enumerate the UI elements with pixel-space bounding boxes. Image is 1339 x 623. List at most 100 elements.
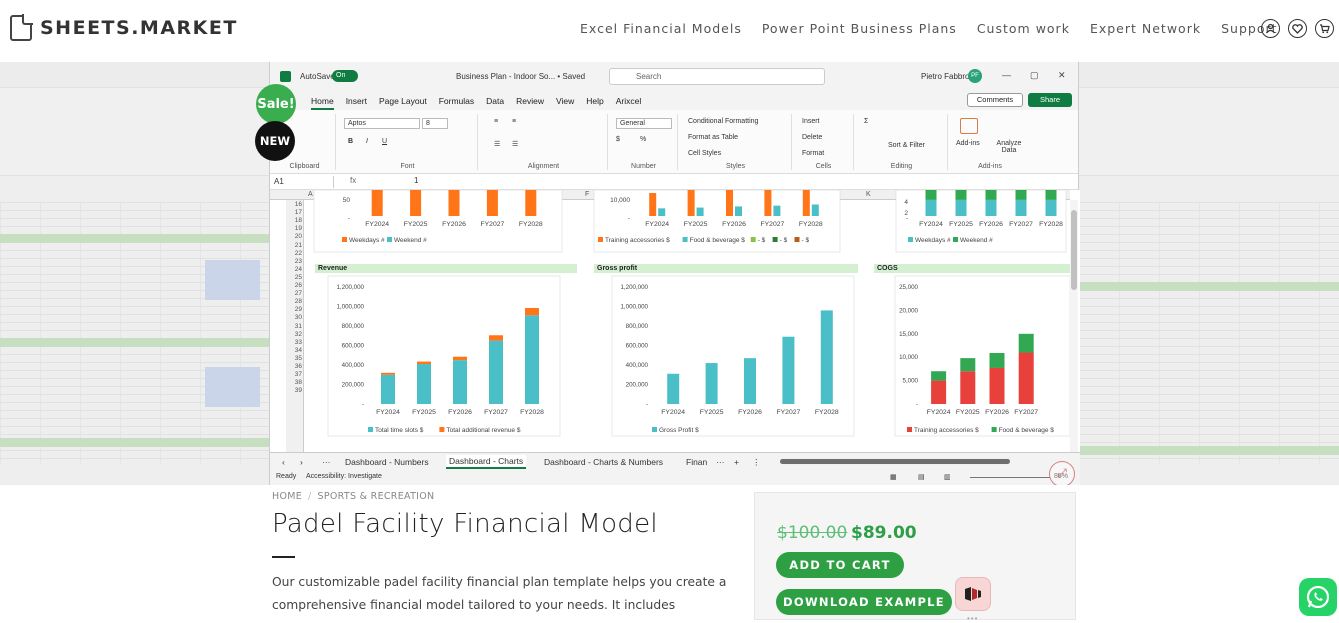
add-to-cart-button[interactable]: ADD TO CART bbox=[776, 552, 904, 578]
comments-button[interactable]: Comments bbox=[967, 93, 1023, 107]
gallery-prev-image[interactable] bbox=[0, 62, 269, 485]
menu-tab-home[interactable]: Home bbox=[311, 96, 334, 110]
x-tick-label: FY2027 bbox=[1014, 409, 1038, 416]
legend-label: Food & beverage $ bbox=[999, 427, 1055, 434]
menu-tab-page-layout[interactable]: Page Layout bbox=[379, 96, 427, 110]
analyze-data-button[interactable]: Analyze Data bbox=[994, 140, 1024, 154]
breadcrumb-home[interactable]: HOME bbox=[272, 491, 302, 502]
bar bbox=[453, 356, 467, 361]
align-left-icon[interactable]: ☰ bbox=[494, 140, 500, 148]
options-icon[interactable]: ⋮ bbox=[752, 457, 761, 468]
bar bbox=[696, 207, 704, 216]
minimize-icon[interactable]: — bbox=[1002, 70, 1011, 80]
y-tick-label: 25,000 bbox=[899, 284, 918, 291]
add-ins-button[interactable]: Add-ins bbox=[956, 140, 980, 147]
autosum-icon[interactable]: Σ bbox=[864, 118, 868, 125]
sort-filter-button[interactable]: Sort & Filter bbox=[888, 142, 925, 149]
download-example-button[interactable]: DOWNLOAD EXAMPLE bbox=[776, 589, 952, 615]
name-box[interactable]: A1 bbox=[274, 176, 334, 188]
nav-expert-network[interactable]: Expert Network bbox=[1090, 21, 1201, 36]
original-price: $100.00 bbox=[777, 523, 848, 543]
excel-logo-icon bbox=[280, 71, 291, 82]
gallery-next-image[interactable] bbox=[1079, 62, 1339, 485]
legend-swatch bbox=[750, 237, 756, 242]
accessibility-status[interactable]: Accessibility: Investigate bbox=[306, 473, 382, 480]
currency-icon[interactable]: $ bbox=[616, 136, 620, 143]
site-logo[interactable]: SHEETS.MARKET bbox=[10, 14, 238, 41]
font-name-select[interactable]: Aptos bbox=[344, 118, 420, 129]
user-icon[interactable] bbox=[1261, 19, 1280, 38]
restore-icon[interactable]: ▢ bbox=[1030, 70, 1039, 81]
vertical-scrollbar[interactable] bbox=[1070, 200, 1078, 452]
y-tick-label: 20,000 bbox=[899, 307, 918, 314]
percent-icon[interactable]: % bbox=[640, 136, 646, 143]
menu-tab-help[interactable]: Help bbox=[586, 96, 603, 110]
share-button[interactable]: Share bbox=[1028, 93, 1072, 107]
align-top-icon[interactable]: ≡ bbox=[494, 118, 498, 125]
align-center-icon[interactable]: ☰ bbox=[512, 140, 518, 148]
bar bbox=[417, 364, 431, 404]
legend-label: - $ bbox=[802, 237, 810, 244]
italic-button[interactable]: I bbox=[366, 138, 368, 145]
underline-button[interactable]: U bbox=[382, 138, 387, 145]
delete-cells-button[interactable]: Delete bbox=[802, 134, 822, 141]
format-cells-button[interactable]: Format bbox=[802, 150, 824, 157]
widget-handle-icon[interactable]: ••• bbox=[967, 614, 978, 623]
formula-input[interactable]: 1 bbox=[414, 176, 418, 185]
next-sheet-icon[interactable]: › bbox=[300, 457, 303, 467]
sheet-tab-dashboard-charts[interactable]: Dashboard - Charts bbox=[446, 455, 527, 469]
product-gallery[interactable]: AutoSave On Business Plan - Indoor So...… bbox=[0, 62, 1339, 485]
page-layout-icon[interactable]: ▤ bbox=[918, 473, 925, 481]
align-middle-icon[interactable]: ≡ bbox=[512, 118, 516, 125]
new-badge: NEW bbox=[255, 121, 295, 161]
format-as-table-button[interactable]: Format as Table bbox=[688, 134, 738, 141]
cell-styles-button[interactable]: Cell Styles bbox=[688, 150, 721, 157]
bold-button[interactable]: B bbox=[348, 138, 353, 145]
ribbon-group-cells: Insert Delete Format Cells bbox=[794, 114, 854, 170]
zoom-image-icon[interactable]: ⤢ bbox=[1049, 461, 1075, 485]
zoom-slider[interactable] bbox=[970, 477, 1050, 478]
legend-label: Weekend # bbox=[960, 237, 993, 244]
add-ins-icon[interactable] bbox=[960, 118, 978, 134]
sheet-tab-dashboard-numbers[interactable]: Dashboard - Numbers bbox=[345, 457, 429, 467]
cart-icon[interactable] bbox=[1315, 19, 1334, 38]
gallery-main-image[interactable]: AutoSave On Business Plan - Indoor So...… bbox=[269, 62, 1080, 485]
menu-tab-formulas[interactable]: Formulas bbox=[439, 96, 474, 110]
prev-sheet-icon[interactable]: ‹ bbox=[282, 457, 285, 467]
x-tick-label: FY2028 bbox=[519, 221, 543, 228]
conditional-formatting-button[interactable]: Conditional Formatting bbox=[688, 118, 758, 125]
chat-widget-icon[interactable] bbox=[955, 577, 991, 611]
breadcrumb: HOME / SPORTS & RECREATION bbox=[272, 491, 435, 502]
close-icon[interactable]: ✕ bbox=[1058, 70, 1066, 81]
normal-view-icon[interactable]: ▦ bbox=[890, 473, 897, 481]
nav-excel-financial-models[interactable]: Excel Financial Models bbox=[580, 21, 742, 36]
worksheet[interactable]: ABCDEFGHIJKLM 16171819202122232425262728… bbox=[270, 190, 1080, 452]
excel-search-input[interactable]: Search bbox=[609, 68, 825, 85]
add-sheet-icon[interactable]: + bbox=[734, 457, 739, 467]
font-size-select[interactable]: 8 bbox=[422, 118, 448, 129]
y-tick-label: 600,000 bbox=[342, 343, 365, 350]
menu-tab-insert[interactable]: Insert bbox=[346, 96, 367, 110]
menu-tab-arixcel[interactable]: Arixcel bbox=[616, 96, 642, 110]
heart-icon[interactable] bbox=[1288, 19, 1307, 38]
more-sheets-icon[interactable]: ··· bbox=[322, 457, 331, 467]
excel-user-name: Pietro Fabbro bbox=[921, 72, 970, 81]
horizontal-scrollbar[interactable] bbox=[780, 458, 1010, 465]
nav-custom-work[interactable]: Custom work bbox=[977, 21, 1070, 36]
sheet-tab-dashboard-charts-numbers[interactable]: Dashboard - Charts & Numbers bbox=[544, 457, 663, 467]
nav-power-point-business-plans[interactable]: Power Point Business Plans bbox=[762, 21, 957, 36]
excel-user-avatar[interactable]: PF bbox=[968, 69, 982, 83]
more-tabs-icon[interactable]: ··· bbox=[716, 457, 725, 467]
menu-tab-view[interactable]: View bbox=[556, 96, 574, 110]
number-format-select[interactable]: General bbox=[616, 118, 672, 129]
legend-swatch bbox=[652, 427, 657, 432]
menu-tab-data[interactable]: Data bbox=[486, 96, 504, 110]
fx-icon[interactable]: fx bbox=[350, 176, 356, 185]
breadcrumb-sports-recreation[interactable]: SPORTS & RECREATION bbox=[318, 491, 435, 502]
whatsapp-icon[interactable] bbox=[1299, 578, 1337, 616]
menu-tab-review[interactable]: Review bbox=[516, 96, 544, 110]
page-break-icon[interactable]: ▥ bbox=[944, 473, 951, 481]
sheet-tab-finan[interactable]: Finan bbox=[686, 457, 707, 467]
insert-cells-button[interactable]: Insert bbox=[802, 118, 820, 125]
autosave-toggle[interactable]: On bbox=[332, 70, 358, 82]
